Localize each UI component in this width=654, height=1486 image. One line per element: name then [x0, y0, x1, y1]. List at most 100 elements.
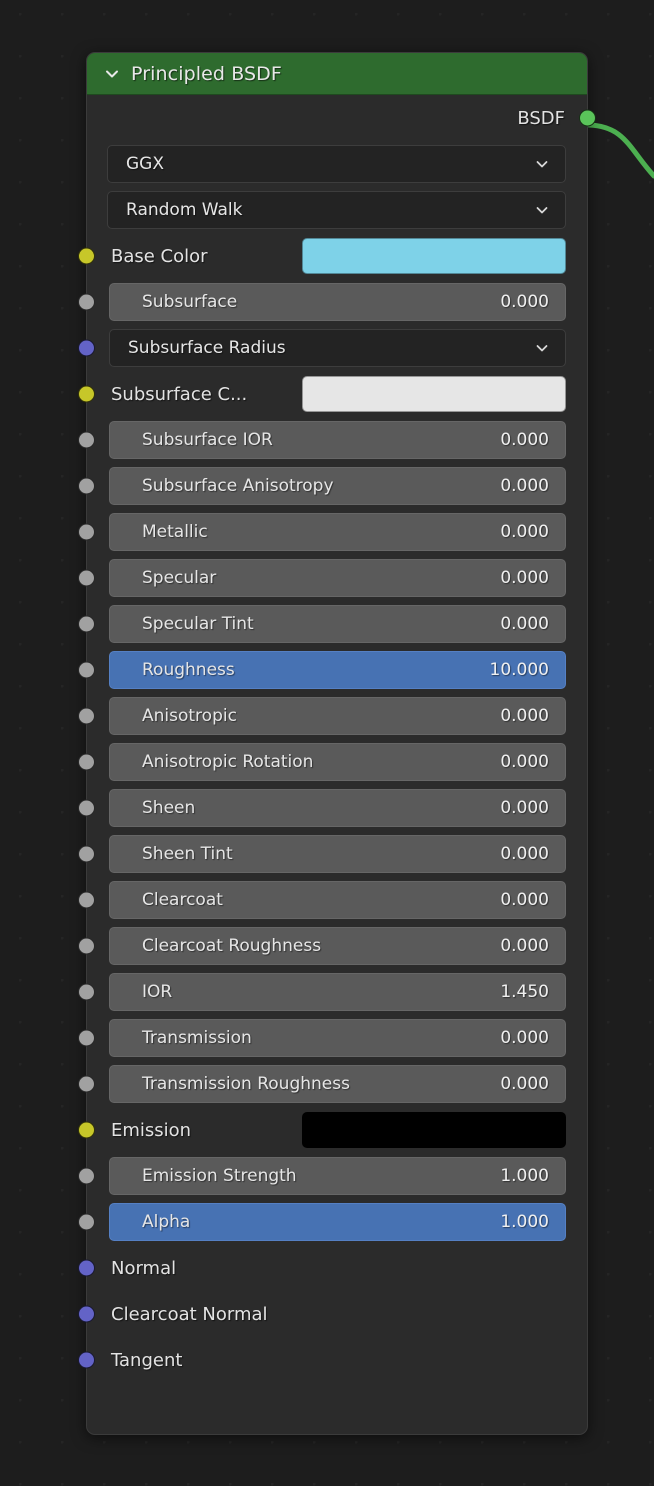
input-row-subsurface-ior[interactable]: Subsurface IOR 0.000	[78, 417, 587, 463]
slider-transmission-roughness-label: Transmission Roughness	[142, 1074, 350, 1094]
socket-input-subsurface-anisotropy[interactable]	[78, 477, 95, 495]
slider-subsurface-anisotropy[interactable]: Subsurface Anisotropy 0.000	[109, 467, 566, 505]
slider-ior[interactable]: IOR 1.450	[109, 973, 566, 1011]
slider-specular[interactable]: Specular 0.000	[109, 559, 566, 597]
slider-roughness[interactable]: Roughness 10.000	[109, 651, 566, 689]
input-row-alpha[interactable]: Alpha 1.000	[78, 1199, 587, 1245]
output-row-bsdf[interactable]: BSDF	[87, 95, 596, 141]
slider-anisotropic[interactable]: Anisotropic 0.000	[109, 697, 566, 735]
chevron-down-icon[interactable]	[533, 155, 551, 173]
slider-metallic-value: 0.000	[500, 522, 549, 542]
socket-input-subsurface-ior[interactable]	[78, 431, 95, 449]
input-row-transmission[interactable]: Transmission 0.000	[78, 1015, 587, 1061]
slider-emission-strength[interactable]: Emission Strength 1.000	[109, 1157, 566, 1195]
input-row-subsurface-anisotropy[interactable]: Subsurface Anisotropy 0.000	[78, 463, 587, 509]
input-row-sheen-tint[interactable]: Sheen Tint 0.000	[78, 831, 587, 877]
output-label-bsdf: BSDF	[517, 107, 565, 129]
socket-input-metallic[interactable]	[78, 523, 95, 541]
node-title: Principled BSDF	[131, 62, 282, 85]
socket-input-subsurface-radius[interactable]	[78, 339, 95, 357]
socket-input-transmission[interactable]	[78, 1029, 95, 1047]
input-row-tangent[interactable]: Tangent	[78, 1337, 587, 1383]
slider-sheen-tint[interactable]: Sheen Tint 0.000	[109, 835, 566, 873]
slider-sheen[interactable]: Sheen 0.000	[109, 789, 566, 827]
slider-sheen-tint-value: 0.000	[500, 844, 549, 864]
slider-clearcoat-roughness[interactable]: Clearcoat Roughness 0.000	[109, 927, 566, 965]
selector-subsurface-method[interactable]: Random Walk	[87, 187, 587, 233]
input-row-subsurface-radius[interactable]: Subsurface Radius	[78, 325, 587, 371]
input-row-anisotropic[interactable]: Anisotropic 0.000	[78, 693, 587, 739]
input-row-emission-strength[interactable]: Emission Strength 1.000	[78, 1153, 587, 1199]
input-row-subsurface-c[interactable]: Subsurface C...	[78, 371, 587, 417]
slider-subsurface-label: Subsurface	[142, 292, 238, 312]
socket-input-emission-strength[interactable]	[78, 1167, 95, 1185]
input-row-clearcoat-roughness[interactable]: Clearcoat Roughness 0.000	[78, 923, 587, 969]
input-row-base-color[interactable]: Base Color	[78, 233, 587, 279]
dropdown-subsurface-method-label: Random Walk	[126, 200, 243, 220]
socket-input-tangent[interactable]	[78, 1351, 95, 1369]
slider-ior-label: IOR	[142, 982, 173, 1002]
socket-input-specular[interactable]	[78, 569, 95, 587]
socket-input-roughness[interactable]	[78, 661, 95, 679]
node-principled-bsdf[interactable]: Principled BSDF BSDF GGX Random Walk Bas…	[78, 52, 596, 1435]
slider-anisotropic-rotation[interactable]: Anisotropic Rotation 0.000	[109, 743, 566, 781]
color-swatch-emission[interactable]	[302, 1112, 566, 1148]
socket-input-clearcoat[interactable]	[78, 891, 95, 909]
chevron-down-icon[interactable]	[101, 63, 123, 85]
slider-specular-tint[interactable]: Specular Tint 0.000	[109, 605, 566, 643]
input-row-specular-tint[interactable]: Specular Tint 0.000	[78, 601, 587, 647]
socket-input-base-color[interactable]	[78, 247, 95, 265]
selector-distribution[interactable]: GGX	[87, 141, 587, 187]
dropdown-subsurface-radius[interactable]: Subsurface Radius	[109, 329, 566, 367]
socket-input-anisotropic[interactable]	[78, 707, 95, 725]
slider-subsurface-anisotropy-label: Subsurface Anisotropy	[142, 476, 334, 496]
socket-input-subsurface-c[interactable]	[78, 385, 95, 403]
slider-transmission-roughness-value: 0.000	[500, 1074, 549, 1094]
color-swatch-base-color[interactable]	[302, 238, 566, 274]
socket-input-emission[interactable]	[78, 1121, 95, 1139]
input-row-roughness[interactable]: Roughness 10.000	[78, 647, 587, 693]
socket-input-anisotropic-rotation[interactable]	[78, 753, 95, 771]
slider-alpha[interactable]: Alpha 1.000	[109, 1203, 566, 1241]
socket-input-clearcoat-roughness[interactable]	[78, 937, 95, 955]
socket-input-transmission-roughness[interactable]	[78, 1075, 95, 1093]
node-input-rows: Base Color Subsurface 0.000 Subsurface Radi…	[78, 233, 587, 1383]
input-row-sheen[interactable]: Sheen 0.000	[78, 785, 587, 831]
slider-clearcoat[interactable]: Clearcoat 0.000	[109, 881, 566, 919]
dropdown-subsurface-radius-label: Subsurface Radius	[128, 338, 286, 358]
input-row-clearcoat-normal[interactable]: Clearcoat Normal	[78, 1291, 587, 1337]
color-swatch-subsurface-c[interactable]	[302, 376, 566, 412]
slider-anisotropic-value: 0.000	[500, 706, 549, 726]
input-row-specular[interactable]: Specular 0.000	[78, 555, 587, 601]
chevron-down-icon[interactable]	[533, 339, 551, 357]
input-row-subsurface[interactable]: Subsurface 0.000	[78, 279, 587, 325]
slider-subsurface[interactable]: Subsurface 0.000	[109, 283, 566, 321]
socket-input-normal[interactable]	[78, 1259, 95, 1277]
socket-input-subsurface[interactable]	[78, 293, 95, 311]
slider-transmission-roughness[interactable]: Transmission Roughness 0.000	[109, 1065, 566, 1103]
input-row-emission[interactable]: Emission	[78, 1107, 587, 1153]
socket-input-specular-tint[interactable]	[78, 615, 95, 633]
input-row-ior[interactable]: IOR 1.450	[78, 969, 587, 1015]
input-row-metallic[interactable]: Metallic 0.000	[78, 509, 587, 555]
socket-input-sheen[interactable]	[78, 799, 95, 817]
socket-output-bsdf[interactable]	[579, 109, 596, 127]
slider-subsurface-ior[interactable]: Subsurface IOR 0.000	[109, 421, 566, 459]
slider-transmission[interactable]: Transmission 0.000	[109, 1019, 566, 1057]
input-row-clearcoat[interactable]: Clearcoat 0.000	[78, 877, 587, 923]
input-row-normal[interactable]: Normal	[78, 1245, 587, 1291]
dropdown-subsurface-method[interactable]: Random Walk	[107, 191, 566, 229]
socket-input-ior[interactable]	[78, 983, 95, 1001]
slider-roughness-label: Roughness	[142, 660, 235, 680]
slider-specular-tint-label: Specular Tint	[142, 614, 254, 634]
socket-input-clearcoat-normal[interactable]	[78, 1305, 95, 1323]
input-row-anisotropic-rotation[interactable]: Anisotropic Rotation 0.000	[78, 739, 587, 785]
dropdown-distribution[interactable]: GGX	[107, 145, 566, 183]
socket-input-alpha[interactable]	[78, 1213, 95, 1231]
slider-metallic[interactable]: Metallic 0.000	[109, 513, 566, 551]
input-row-transmission-roughness[interactable]: Transmission Roughness 0.000	[78, 1061, 587, 1107]
chevron-down-icon[interactable]	[533, 201, 551, 219]
node-header[interactable]: Principled BSDF	[87, 53, 587, 95]
socket-input-sheen-tint[interactable]	[78, 845, 95, 863]
slider-roughness-value: 10.000	[489, 660, 549, 680]
